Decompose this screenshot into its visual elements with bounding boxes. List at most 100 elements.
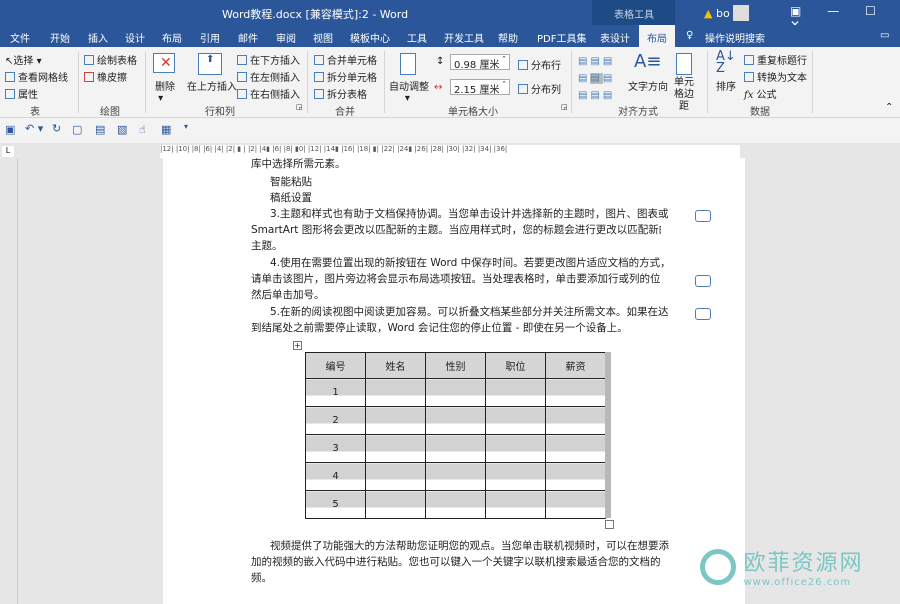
print-preview-icon[interactable]: ▧ [117,123,127,136]
tab-table-layout[interactable]: 布局 [639,25,675,47]
row-height-input[interactable]: 0.98 厘米 ⌃ [450,54,510,71]
maximize-button[interactable]: ☐ [865,4,876,18]
table-cell[interactable] [365,434,426,463]
header-cell[interactable]: 薪资 [545,352,606,379]
watermark-logo-icon [700,548,736,585]
table-cell[interactable] [545,490,606,519]
properties-button[interactable]: 属性 [5,86,38,101]
save-icon[interactable]: ▣ [5,123,15,136]
open-icon[interactable]: ▤ [95,123,105,136]
header-cell[interactable]: 编号 [305,352,366,379]
eraser-button[interactable]: 橡皮擦 [84,69,127,84]
id-cell[interactable]: 2 [305,406,366,435]
id-cell[interactable]: 1 [305,378,366,407]
tab-template-center[interactable]: 模板中心 [350,30,390,45]
user-area[interactable]: ▲ bo [704,5,750,21]
table-cell[interactable] [425,378,486,407]
table-cell[interactable] [485,378,546,407]
tab-home[interactable]: 开始 [50,30,70,45]
repeat-header-button[interactable]: 重复标题行 [744,52,807,67]
tab-selector[interactable]: L [2,146,14,157]
formula-button[interactable]: fx 公式 [744,86,777,101]
sort-button[interactable]: 排序 [716,78,736,93]
data-table[interactable]: 编号 姓名 性别 职位 薪资 1 2 3 4 5 [305,352,606,519]
tab-file[interactable]: 文件 [10,30,30,45]
redo-icon[interactable]: ↻ [52,122,61,135]
table-cell[interactable] [425,434,486,463]
distribute-rows-button[interactable]: 分布行 [518,57,561,72]
insert-below-button[interactable]: 在下方插入 [237,52,300,67]
table-cell[interactable] [425,490,486,519]
dialog-launcher-icon[interactable]: ◲ [561,103,568,111]
comment-icon[interactable] [695,210,711,222]
table-move-handle-icon[interactable]: + [293,341,302,350]
tab-help[interactable]: 帮助 [498,30,518,45]
insert-left-button[interactable]: 在左侧插入 [237,69,300,84]
col-width-input[interactable]: 2.15 厘米 ⌃ [450,79,510,96]
table-cell[interactable] [485,462,546,491]
new-doc-icon[interactable]: ▢ [72,123,82,136]
table-cell[interactable] [545,434,606,463]
text-direction-button[interactable]: 文字方向 [628,78,668,93]
table-resize-handle[interactable] [605,520,614,529]
tab-review[interactable]: 审阅 [276,30,296,45]
distribute-cols-button[interactable]: 分布列 [518,81,561,96]
table-cell[interactable] [545,462,606,491]
id-cell[interactable]: 4 [305,462,366,491]
header-cell[interactable]: 性别 [425,352,486,379]
cell-margins-button[interactable]: 单元格边距 [670,77,698,113]
comment-icon[interactable] [695,275,711,287]
undo-icon[interactable]: ↶ ▾ [25,122,43,135]
autofit-button[interactable]: 自动调整 ▾ [389,78,429,104]
tab-layout[interactable]: 布局 [162,30,182,45]
table-cell[interactable] [545,406,606,435]
id-cell[interactable]: 5 [305,490,366,519]
draw-table-button[interactable]: 绘制表格 [84,52,137,67]
tell-me-search[interactable]: 操作说明搜索 [705,30,765,45]
tab-pdf-tools[interactable]: PDF工具集 [537,30,586,45]
tab-table-design[interactable]: 表设计 [600,30,630,45]
merge-cells-button[interactable]: 合并单元格 [314,52,377,67]
table-cell[interactable] [485,434,546,463]
table-cell[interactable] [365,490,426,519]
table-cell[interactable] [425,462,486,491]
tab-design[interactable]: 设计 [125,30,145,45]
tab-view[interactable]: 视图 [313,30,333,45]
merge-icon [314,55,324,65]
tab-tools[interactable]: 工具 [407,30,427,45]
comment-icon[interactable]: ▭ [880,30,889,41]
header-cell[interactable]: 职位 [485,352,546,379]
window-title: Word教程.docx [兼容模式]:2 - Word [222,8,409,21]
tab-insert[interactable]: 插入 [88,30,108,45]
table-cell[interactable] [365,406,426,435]
header-cell[interactable]: 姓名 [365,352,426,379]
id-cell[interactable]: 3 [305,434,366,463]
select-button[interactable]: ↖选择 ▾ [5,52,42,67]
collapse-ribbon-icon[interactable]: ⌃ [885,102,893,113]
table-cell[interactable] [365,378,426,407]
customize-qat-icon[interactable]: ▾ [184,122,188,131]
dialog-launcher-icon[interactable]: ◲ [296,103,303,111]
insert-right-button[interactable]: 在右侧插入 [237,86,300,101]
split-cells-button[interactable]: 拆分单元格 [314,69,377,84]
ribbon-display-icon[interactable]: ▣ [790,4,801,18]
table-cell[interactable] [485,490,546,519]
split-table-button[interactable]: 拆分表格 [314,86,367,101]
touch-mode-icon[interactable]: ☝ [139,123,146,136]
tab-references[interactable]: 引用 [200,30,220,45]
table-cell[interactable] [545,378,606,407]
tab-mailings[interactable]: 邮件 [238,30,258,45]
table-cell[interactable] [425,406,486,435]
delete-button[interactable]: 删除 ▾ [155,78,175,104]
table-cell[interactable] [365,462,426,491]
minimize-button[interactable]: — [827,4,839,18]
table-icon[interactable]: ▦ [161,123,171,136]
insert-above-button[interactable]: 在上方插入 [187,78,237,93]
convert-text-button[interactable]: 转换为文本 [744,69,807,84]
vertical-ruler[interactable] [0,158,18,604]
tab-developer[interactable]: 开发工具 [444,30,484,45]
table-cell[interactable] [485,406,546,435]
alignment-grid[interactable]: ▤▤▤ ▤▤▤ ▤▤▤ [578,53,615,104]
view-gridlines-button[interactable]: 查看网格线 [5,69,68,84]
comment-icon[interactable] [695,308,711,320]
